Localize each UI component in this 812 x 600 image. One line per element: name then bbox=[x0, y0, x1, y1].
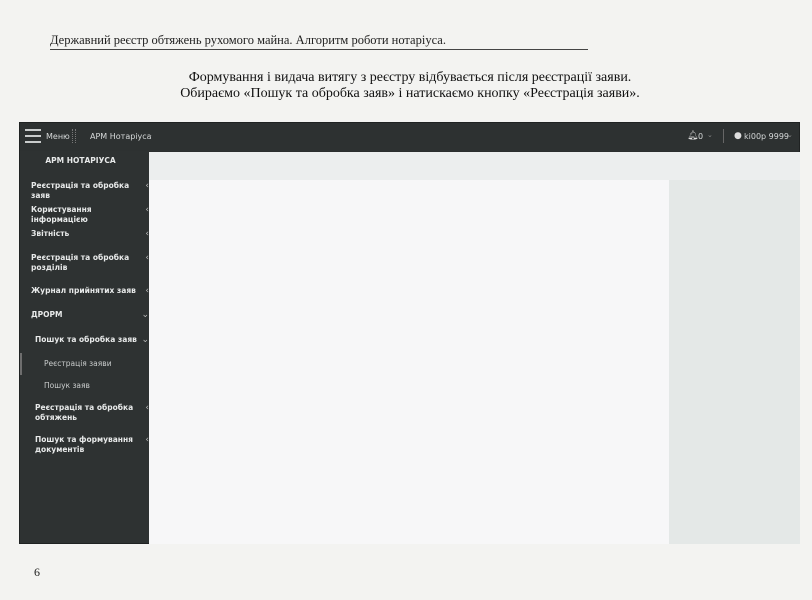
main-content bbox=[149, 152, 800, 544]
chevron-down-icon[interactable]: ⌄ bbox=[787, 131, 793, 139]
menu-label[interactable]: Меню bbox=[46, 132, 70, 141]
app-window: Меню АРМ Нотаріуса ⌄ 🔔︎ 0 ⌄ ● ki00p 9999… bbox=[19, 122, 800, 544]
sidebar-item-info[interactable]: Користування інформацією ‹ bbox=[31, 205, 149, 225]
sidebar-item-label: Пошук заяв bbox=[44, 381, 90, 390]
right-panel bbox=[669, 180, 800, 544]
hamburger-icon[interactable] bbox=[25, 129, 41, 143]
top-bar: Меню АРМ Нотаріуса ⌄ 🔔︎ 0 ⌄ ● ki00p 9999… bbox=[20, 123, 799, 151]
chevron-down-icon[interactable]: ⌄ bbox=[147, 131, 153, 139]
sidebar-item-reports[interactable]: Звітність ‹ bbox=[31, 229, 149, 239]
sidebar-item-label: Пошук та формування документів bbox=[35, 435, 133, 454]
user-icon[interactable]: ● bbox=[734, 131, 742, 141]
sidebar-item-label: Реєстрація та обробка розділів bbox=[31, 253, 130, 272]
sidebar-item-label: Реєстрація та обробка обтяжень bbox=[35, 403, 134, 422]
sidebar-item-label: Реєстрація та обробка заяв bbox=[31, 181, 130, 200]
sidebar-item-label: Звітність bbox=[31, 229, 70, 238]
sidebar-title: АРМ НОТАРІУСА bbox=[45, 156, 116, 165]
search-applications-link[interactable]: Пошук заяв bbox=[44, 381, 162, 391]
intro-line-2: Обираємо «Пошук та обробка заяв» і натис… bbox=[180, 86, 640, 101]
sidebar-item-sections[interactable]: Реєстрація та обробка розділів ‹ bbox=[31, 253, 149, 273]
workspace-dropdown[interactable]: АРМ Нотаріуса bbox=[90, 132, 152, 141]
sidebar-item-label: Користування інформацією bbox=[31, 205, 92, 224]
register-application-link[interactable]: Реєстрація заяви bbox=[44, 359, 162, 369]
sidebar-item-search-applications[interactable]: Пошук та обробка заяв ⌄ bbox=[35, 335, 149, 345]
sidebar-item-journal[interactable]: Журнал прийнятих заяв ‹ bbox=[31, 286, 149, 296]
chevron-down-icon[interactable]: ⌄ bbox=[707, 131, 713, 139]
document-header: Державний реєстр обтяжень рухомого майна… bbox=[50, 33, 588, 50]
content-header-strip bbox=[149, 152, 800, 180]
active-indicator bbox=[20, 353, 22, 375]
chevron-down-icon: ⌄ bbox=[141, 310, 149, 320]
sidebar-item-encumbrances[interactable]: Реєстрація та обробка обтяжень ‹ bbox=[35, 403, 149, 423]
sidebar-item-label: Реєстрація заяви bbox=[44, 359, 112, 368]
user-name[interactable]: ki00p 9999 bbox=[744, 132, 789, 141]
notifications-count: 0 bbox=[698, 132, 704, 141]
sidebar-item-label: Журнал прийнятих заяв bbox=[31, 286, 136, 295]
sidebar-item-label: Пошук та обробка заяв bbox=[35, 335, 137, 344]
page-number: 6 bbox=[34, 565, 40, 579]
sidebar-item-label: ДРОРМ bbox=[31, 310, 63, 319]
bell-icon[interactable]: 🔔︎ bbox=[687, 131, 698, 141]
divider bbox=[723, 129, 724, 143]
sidebar: АРМ НОТАРІУСА Реєстрація та обробка заяв… bbox=[20, 151, 149, 543]
divider bbox=[72, 129, 73, 143]
intro-line-1: Формування і видача витягу з реєстру від… bbox=[188, 70, 632, 85]
sidebar-item-drorm[interactable]: ДРОРМ ⌄ bbox=[31, 310, 149, 320]
sidebar-item-documents[interactable]: Пошук та формування документів ‹ bbox=[35, 435, 149, 455]
sidebar-item-registration[interactable]: Реєстрація та обробка заяв ‹ bbox=[31, 181, 149, 201]
chevron-down-icon: ⌄ bbox=[141, 335, 149, 345]
intro-text: Формування і видача витягу з реєстру від… bbox=[130, 70, 690, 102]
divider bbox=[75, 129, 76, 143]
